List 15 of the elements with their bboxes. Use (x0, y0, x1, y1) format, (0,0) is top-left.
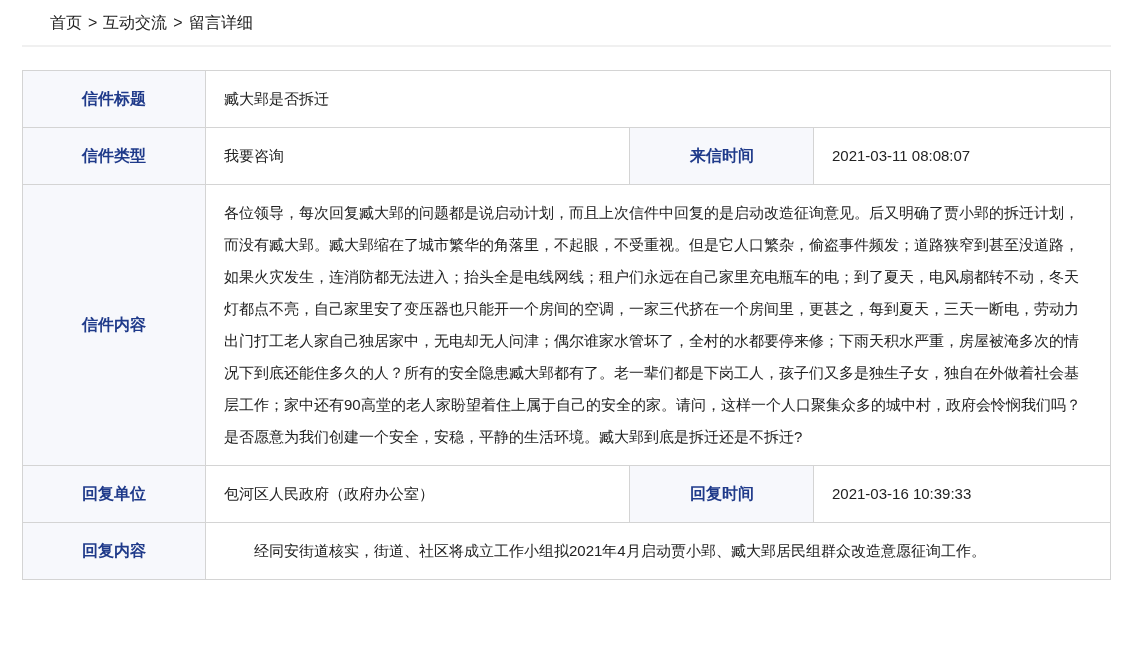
field-label: 回复单位 (23, 466, 206, 523)
breadcrumb-link[interactable]: 首页 (50, 10, 82, 35)
field-value: 2021-03-16 10:39:33 (814, 466, 1111, 523)
breadcrumb-separator: > (88, 12, 98, 33)
field-label: 信件标题 (23, 71, 206, 128)
breadcrumb-link[interactable]: 互动交流 (103, 10, 168, 35)
field-label: 来信时间 (630, 128, 814, 185)
breadcrumb-link[interactable]: 留言详细 (188, 10, 253, 35)
field-label: 回复内容 (23, 523, 206, 580)
field-label: 信件内容 (23, 185, 206, 466)
field-value: 2021-03-11 08:08:07 (814, 128, 1111, 185)
field-label: 回复时间 (630, 466, 814, 523)
breadcrumb-separator: > (173, 12, 183, 33)
field-label: 信件类型 (23, 128, 206, 185)
field-value: 经同安街道核实，街道、社区将成立工作小组拟2021年4月启动贾小郢、臧大郢居民组群众改造意愿征询工作。 (206, 523, 1111, 580)
